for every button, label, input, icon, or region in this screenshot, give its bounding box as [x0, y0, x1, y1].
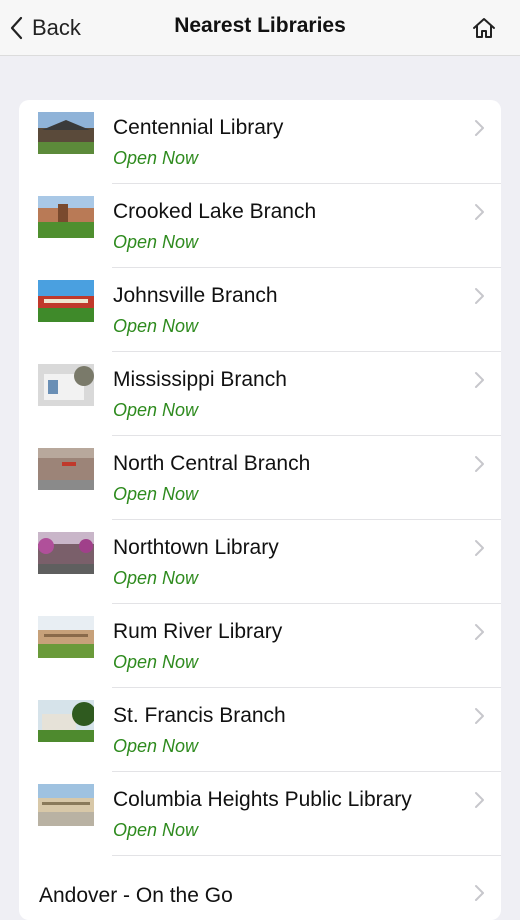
- library-photo: [38, 196, 94, 238]
- list-item-library[interactable]: Mississippi Branch Open Now: [19, 352, 501, 436]
- chevron-right-icon: [473, 286, 485, 306]
- open-status: Open Now: [113, 820, 199, 840]
- library-name: Centennial Library: [113, 116, 284, 139]
- open-status: Open Now: [113, 652, 199, 672]
- library-list: Centennial Library Open Now Crooked Lake…: [19, 100, 501, 920]
- library-name: Crooked Lake Branch: [113, 200, 317, 223]
- open-status: Open Now: [113, 232, 199, 252]
- list-item-andover[interactable]: Andover - On the Go: [19, 856, 501, 920]
- open-status: Open Now: [113, 400, 199, 420]
- list-item-library[interactable]: Centennial Library Open Now: [19, 100, 501, 184]
- list-item-library[interactable]: Northtown Library Open Now: [19, 520, 501, 604]
- library-photo: [38, 448, 94, 490]
- back-label: Back: [32, 15, 81, 40]
- list-item-library[interactable]: Columbia Heights Public Library Open Now: [19, 772, 501, 856]
- chevron-right-icon: [473, 538, 485, 558]
- open-status: Open Now: [113, 484, 199, 504]
- list-item-library[interactable]: Johnsville Branch Open Now: [19, 268, 501, 352]
- library-name: Northtown Library: [113, 536, 279, 559]
- chevron-right-icon: [473, 883, 485, 903]
- library-name: Columbia Heights Public Library: [113, 788, 412, 811]
- list-item-library[interactable]: Crooked Lake Branch Open Now: [19, 184, 501, 268]
- library-name: Mississippi Branch: [113, 368, 287, 391]
- chevron-right-icon: [473, 706, 485, 726]
- library-photo: [38, 112, 94, 154]
- open-status: Open Now: [113, 736, 199, 756]
- item-name: Andover - On the Go: [39, 884, 233, 907]
- back-button[interactable]: Back: [8, 12, 81, 44]
- list-item-library[interactable]: North Central Branch Open Now: [19, 436, 501, 520]
- library-name: North Central Branch: [113, 452, 311, 475]
- library-photo: [38, 784, 94, 826]
- library-name: St. Francis Branch: [113, 704, 286, 727]
- chevron-right-icon: [473, 454, 485, 474]
- home-icon: [473, 18, 495, 38]
- library-photo: [38, 532, 94, 574]
- library-name: Johnsville Branch: [113, 284, 278, 307]
- library-name: Rum River Library: [113, 620, 283, 643]
- chevron-left-icon: [10, 16, 23, 40]
- open-status: Open Now: [113, 148, 199, 168]
- chevron-right-icon: [473, 202, 485, 222]
- list-item-library[interactable]: St. Francis Branch Open Now: [19, 688, 501, 772]
- list-item-library[interactable]: Rum River Library Open Now: [19, 604, 501, 688]
- chevron-right-icon: [473, 118, 485, 138]
- library-photo: [38, 616, 94, 658]
- open-status: Open Now: [113, 568, 199, 588]
- chevron-right-icon: [473, 370, 485, 390]
- home-button[interactable]: [470, 14, 498, 42]
- open-status: Open Now: [113, 316, 199, 336]
- navigation-bar: Back Nearest Libraries: [0, 0, 520, 56]
- library-photo: [38, 364, 94, 406]
- library-photo: [38, 700, 94, 742]
- chevron-right-icon: [473, 622, 485, 642]
- library-photo: [38, 280, 94, 322]
- chevron-right-icon: [473, 790, 485, 810]
